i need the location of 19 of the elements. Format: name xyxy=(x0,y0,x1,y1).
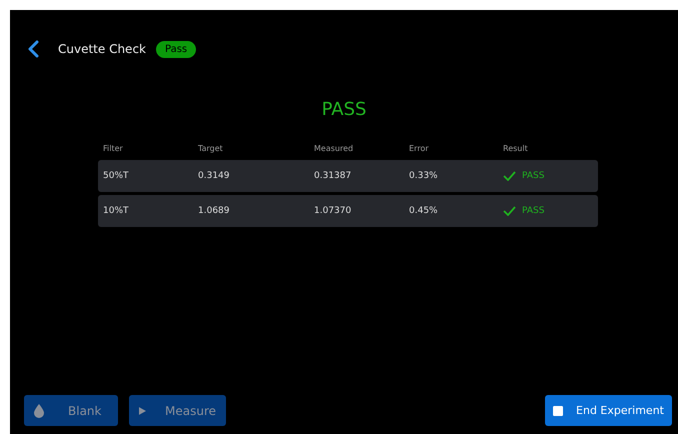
result-text: PASS xyxy=(522,206,544,216)
table-cell-text: 50%T xyxy=(103,171,130,181)
column-header: Target xyxy=(198,144,224,152)
table-cell-text: 0.45% xyxy=(409,206,439,216)
column-header: Filter xyxy=(103,144,124,152)
table-cell-text: 10%T xyxy=(103,206,130,216)
page-title: Cuvette Check xyxy=(58,42,146,56)
table-cell-text: 0.3149 xyxy=(198,171,230,181)
table-cell-text: 1.0689 xyxy=(198,206,230,216)
result-text: PASS xyxy=(522,171,544,181)
column-header: Measured xyxy=(314,144,354,152)
table-cell-text: 0.31387 xyxy=(314,171,352,181)
status-badge: Pass xyxy=(156,40,196,58)
table-cell-text: 1.07370 xyxy=(314,206,352,216)
column-header: Result xyxy=(503,144,529,152)
table-cell-text: 0.33% xyxy=(409,171,439,181)
column-header: Error xyxy=(409,144,430,152)
result-title: PASS xyxy=(320,99,368,122)
end-experiment-button[interactable]: End Experiment xyxy=(545,395,672,426)
